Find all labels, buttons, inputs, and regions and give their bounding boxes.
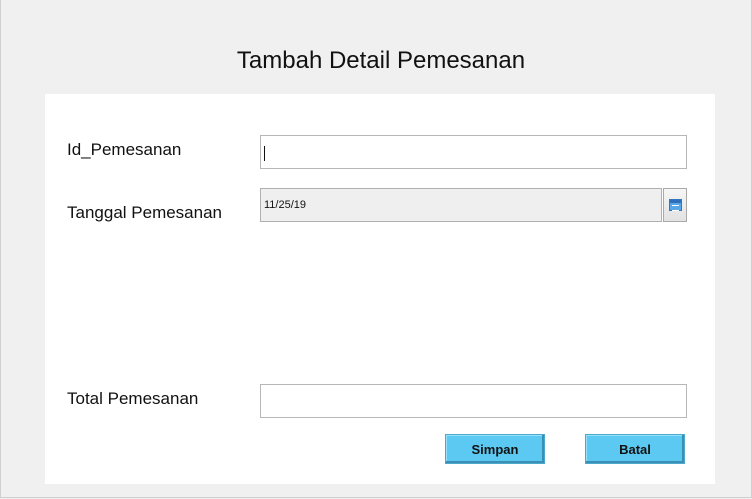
simpan-button[interactable]: Simpan: [445, 434, 545, 464]
tanggal-pemesanan-value: 11/25/19: [264, 199, 307, 211]
form-panel: Id_Pemesanan Tanggal Pemesanan 11/25/19 …: [45, 94, 715, 484]
dialog-window: Tambah Detail Pemesanan Id_Pemesanan Tan…: [0, 0, 752, 498]
tanggal-pemesanan-field[interactable]: 11/25/19: [260, 188, 662, 222]
batal-button[interactable]: Batal: [585, 434, 685, 464]
calendar-icon: [669, 199, 682, 211]
id-pemesanan-input[interactable]: [260, 135, 687, 169]
date-picker-button[interactable]: [663, 188, 687, 222]
tanggal-pemesanan-label: Tanggal Pemesanan: [67, 203, 223, 222]
page-title: Tambah Detail Pemesanan: [236, 47, 526, 74]
id-pemesanan-label: Id_Pemesanan: [67, 140, 182, 159]
total-pemesanan-label: Total Pemesanan: [67, 389, 199, 408]
text-cursor: [264, 146, 265, 161]
total-pemesanan-input[interactable]: [260, 384, 687, 418]
